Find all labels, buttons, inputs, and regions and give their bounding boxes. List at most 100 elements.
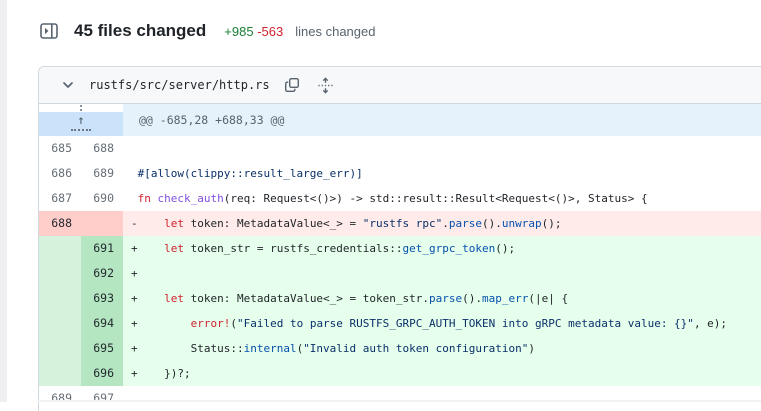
- code-segment-plain: ().: [462, 292, 483, 305]
- diff-row-context: 689 697: [39, 386, 761, 411]
- code-segment-plain: Status::: [137, 342, 244, 355]
- code-segment-str: "rustfs rpc": [362, 217, 443, 230]
- code-line: - let token: MetadataValue<_> = "rustfs …: [123, 211, 761, 236]
- code-segment-plain: token_str = rustfs_credentials::: [183, 242, 403, 255]
- code-segment-call: map_err: [482, 292, 529, 305]
- code-segment-plain: [138, 242, 165, 255]
- code-segment-plain: .: [442, 217, 449, 230]
- diff-row-add: 692 +: [39, 261, 761, 286]
- old-line-number[interactable]: [39, 361, 81, 386]
- expand-dashed-line: [71, 129, 91, 131]
- old-line-number[interactable]: 689: [39, 386, 81, 411]
- old-line-number[interactable]: 688: [39, 211, 81, 236]
- new-line-number[interactable]: 692: [81, 261, 123, 286]
- code-segment-call: unwrap: [501, 217, 542, 230]
- code-segment-str: "Invalid auth token configuration": [303, 342, 529, 355]
- new-line-number[interactable]: 690: [81, 186, 123, 211]
- code-line: + })?;: [123, 361, 761, 386]
- expand-diff-button[interactable]: [314, 73, 338, 97]
- diff-marker: +: [131, 292, 138, 305]
- page-left-edge: [0, 0, 7, 402]
- old-line-number[interactable]: 686: [39, 161, 81, 186]
- code-line: #[allow(clippy::result_large_err)]: [123, 161, 761, 186]
- diff-rows: 685 688 686 689 #[allow(clippy::result_lar…: [39, 136, 761, 411]
- lines-changed-label: lines changed: [295, 23, 376, 39]
- code-segment-plain: , e);: [693, 317, 728, 330]
- file-header: rustfs/src/server/http.rs: [39, 67, 761, 104]
- code-segment-str: "Failed to parse RUSTFS_GRPC_AUTH_TOKEN …: [236, 317, 694, 330]
- code-segment-kw: fn: [137, 192, 151, 205]
- code-segment-plain: [138, 292, 165, 305]
- code-segment-plain: (|e| {: [528, 292, 569, 305]
- new-line-number[interactable]: 696: [81, 361, 123, 386]
- new-line-number[interactable]: 695: [81, 336, 123, 361]
- code-segment-call: internal: [243, 342, 297, 355]
- collapse-file-button[interactable]: [57, 74, 79, 96]
- files-changed-title: 45 files changed: [74, 21, 207, 40]
- code-segment-plain: ();: [541, 217, 562, 230]
- file-tree-toggle-button[interactable]: [38, 20, 60, 42]
- code-line: fn check_auth(req: Request<()>) -> std::…: [123, 186, 761, 211]
- diff-row-add: 695 + Status::internal("Invalid auth toke…: [39, 336, 761, 361]
- new-line-number[interactable]: 697: [81, 386, 123, 411]
- old-line-number[interactable]: 687: [39, 186, 81, 211]
- copy-path-button[interactable]: [280, 73, 304, 97]
- diff-marker: -: [131, 217, 138, 230]
- old-line-number[interactable]: [39, 261, 81, 286]
- diff-summary-bar: 45 files changed +985 -563 lines changed: [38, 20, 375, 42]
- diff-marker: [131, 136, 138, 161]
- code-segment-plain: (req: Request<()>) -> std::result::Resul…: [223, 192, 648, 205]
- expand-up-arrow-icon: ↑: [77, 113, 85, 127]
- code-line: + error!("Failed to parse RUSTFS_GRPC_AU…: [123, 311, 761, 336]
- new-line-number[interactable]: 693: [81, 286, 123, 311]
- old-line-number[interactable]: 685: [39, 136, 81, 161]
- diff-row-add: 694 + error!("Failed to parse RUSTFS_GRPC…: [39, 311, 761, 336]
- code-segment-kw: error!: [190, 317, 231, 330]
- old-line-number[interactable]: [39, 336, 81, 361]
- code-segment-kw: let: [164, 217, 184, 230]
- diff-row-context: 686 689 #[allow(clippy::result_large_err)…: [39, 161, 761, 186]
- new-line-number[interactable]: [81, 211, 123, 236]
- old-line-number[interactable]: [39, 236, 81, 261]
- old-line-number[interactable]: [39, 286, 81, 311]
- hunk-header-text: @@ -685,28 +688,33 @@: [123, 104, 761, 136]
- diff-row-del: 688 - let token: MetadataValue<_> = "rust…: [39, 211, 761, 236]
- code-segment-plain: token: MetadataValue<_> = token_str.: [183, 292, 430, 305]
- chevron-down-icon: [62, 79, 74, 91]
- code-segment-call: parse: [448, 217, 483, 230]
- code-segment-plain: ().: [482, 217, 502, 230]
- code-segment-kw: let: [164, 292, 184, 305]
- diff-row-context: 685 688: [39, 136, 761, 161]
- sidebar-expand-icon: [39, 21, 59, 41]
- code-segment-plain: (: [230, 317, 237, 330]
- code-line: [123, 386, 761, 411]
- hunk-header-row: ↑ @@ -685,28 +688,33 @@: [39, 104, 761, 136]
- file-path[interactable]: rustfs/src/server/http.rs: [89, 78, 270, 92]
- new-line-number[interactable]: 688: [81, 136, 123, 161]
- additions-count: +985: [224, 23, 254, 39]
- new-line-number[interactable]: 691: [81, 236, 123, 261]
- diff-row-context: 687 690 fn check_auth(req: Request<()>) -…: [39, 186, 761, 211]
- diff-row-add: 696 + })?;: [39, 361, 761, 386]
- diff-marker: +: [131, 267, 138, 280]
- diff-marker: [131, 386, 138, 411]
- deletions-count: -563: [257, 23, 284, 39]
- expand-vertical-icon: [317, 76, 334, 94]
- new-line-number[interactable]: 694: [81, 311, 123, 336]
- old-line-number[interactable]: [39, 311, 81, 336]
- diff-marker: [131, 161, 138, 186]
- code-segment-call: parse: [429, 292, 463, 305]
- code-line: + let token_str = rustfs_credentials::ge…: [123, 236, 761, 261]
- diff-body: ↑ @@ -685,28 +688,33 @@ 685 688 686 689 #[…: [39, 104, 761, 411]
- code-segment-func: check_auth: [157, 192, 224, 205]
- diff-row-add: 691 + let token_str = rustfs_credentials:…: [39, 236, 761, 261]
- copy-icon: [284, 77, 300, 93]
- code-line: + Status::internal("Invalid auth token c…: [123, 336, 761, 361]
- new-line-number[interactable]: 689: [81, 161, 123, 186]
- code-segment-attr: #[allow(clippy::result_large_err)]: [137, 167, 363, 180]
- code-line: +: [123, 261, 761, 286]
- code-segment-plain: ();: [495, 242, 516, 255]
- expand-hunk-up-button[interactable]: ↑: [39, 104, 123, 136]
- code-segment-plain: [138, 217, 165, 230]
- diff-marker: +: [131, 317, 138, 330]
